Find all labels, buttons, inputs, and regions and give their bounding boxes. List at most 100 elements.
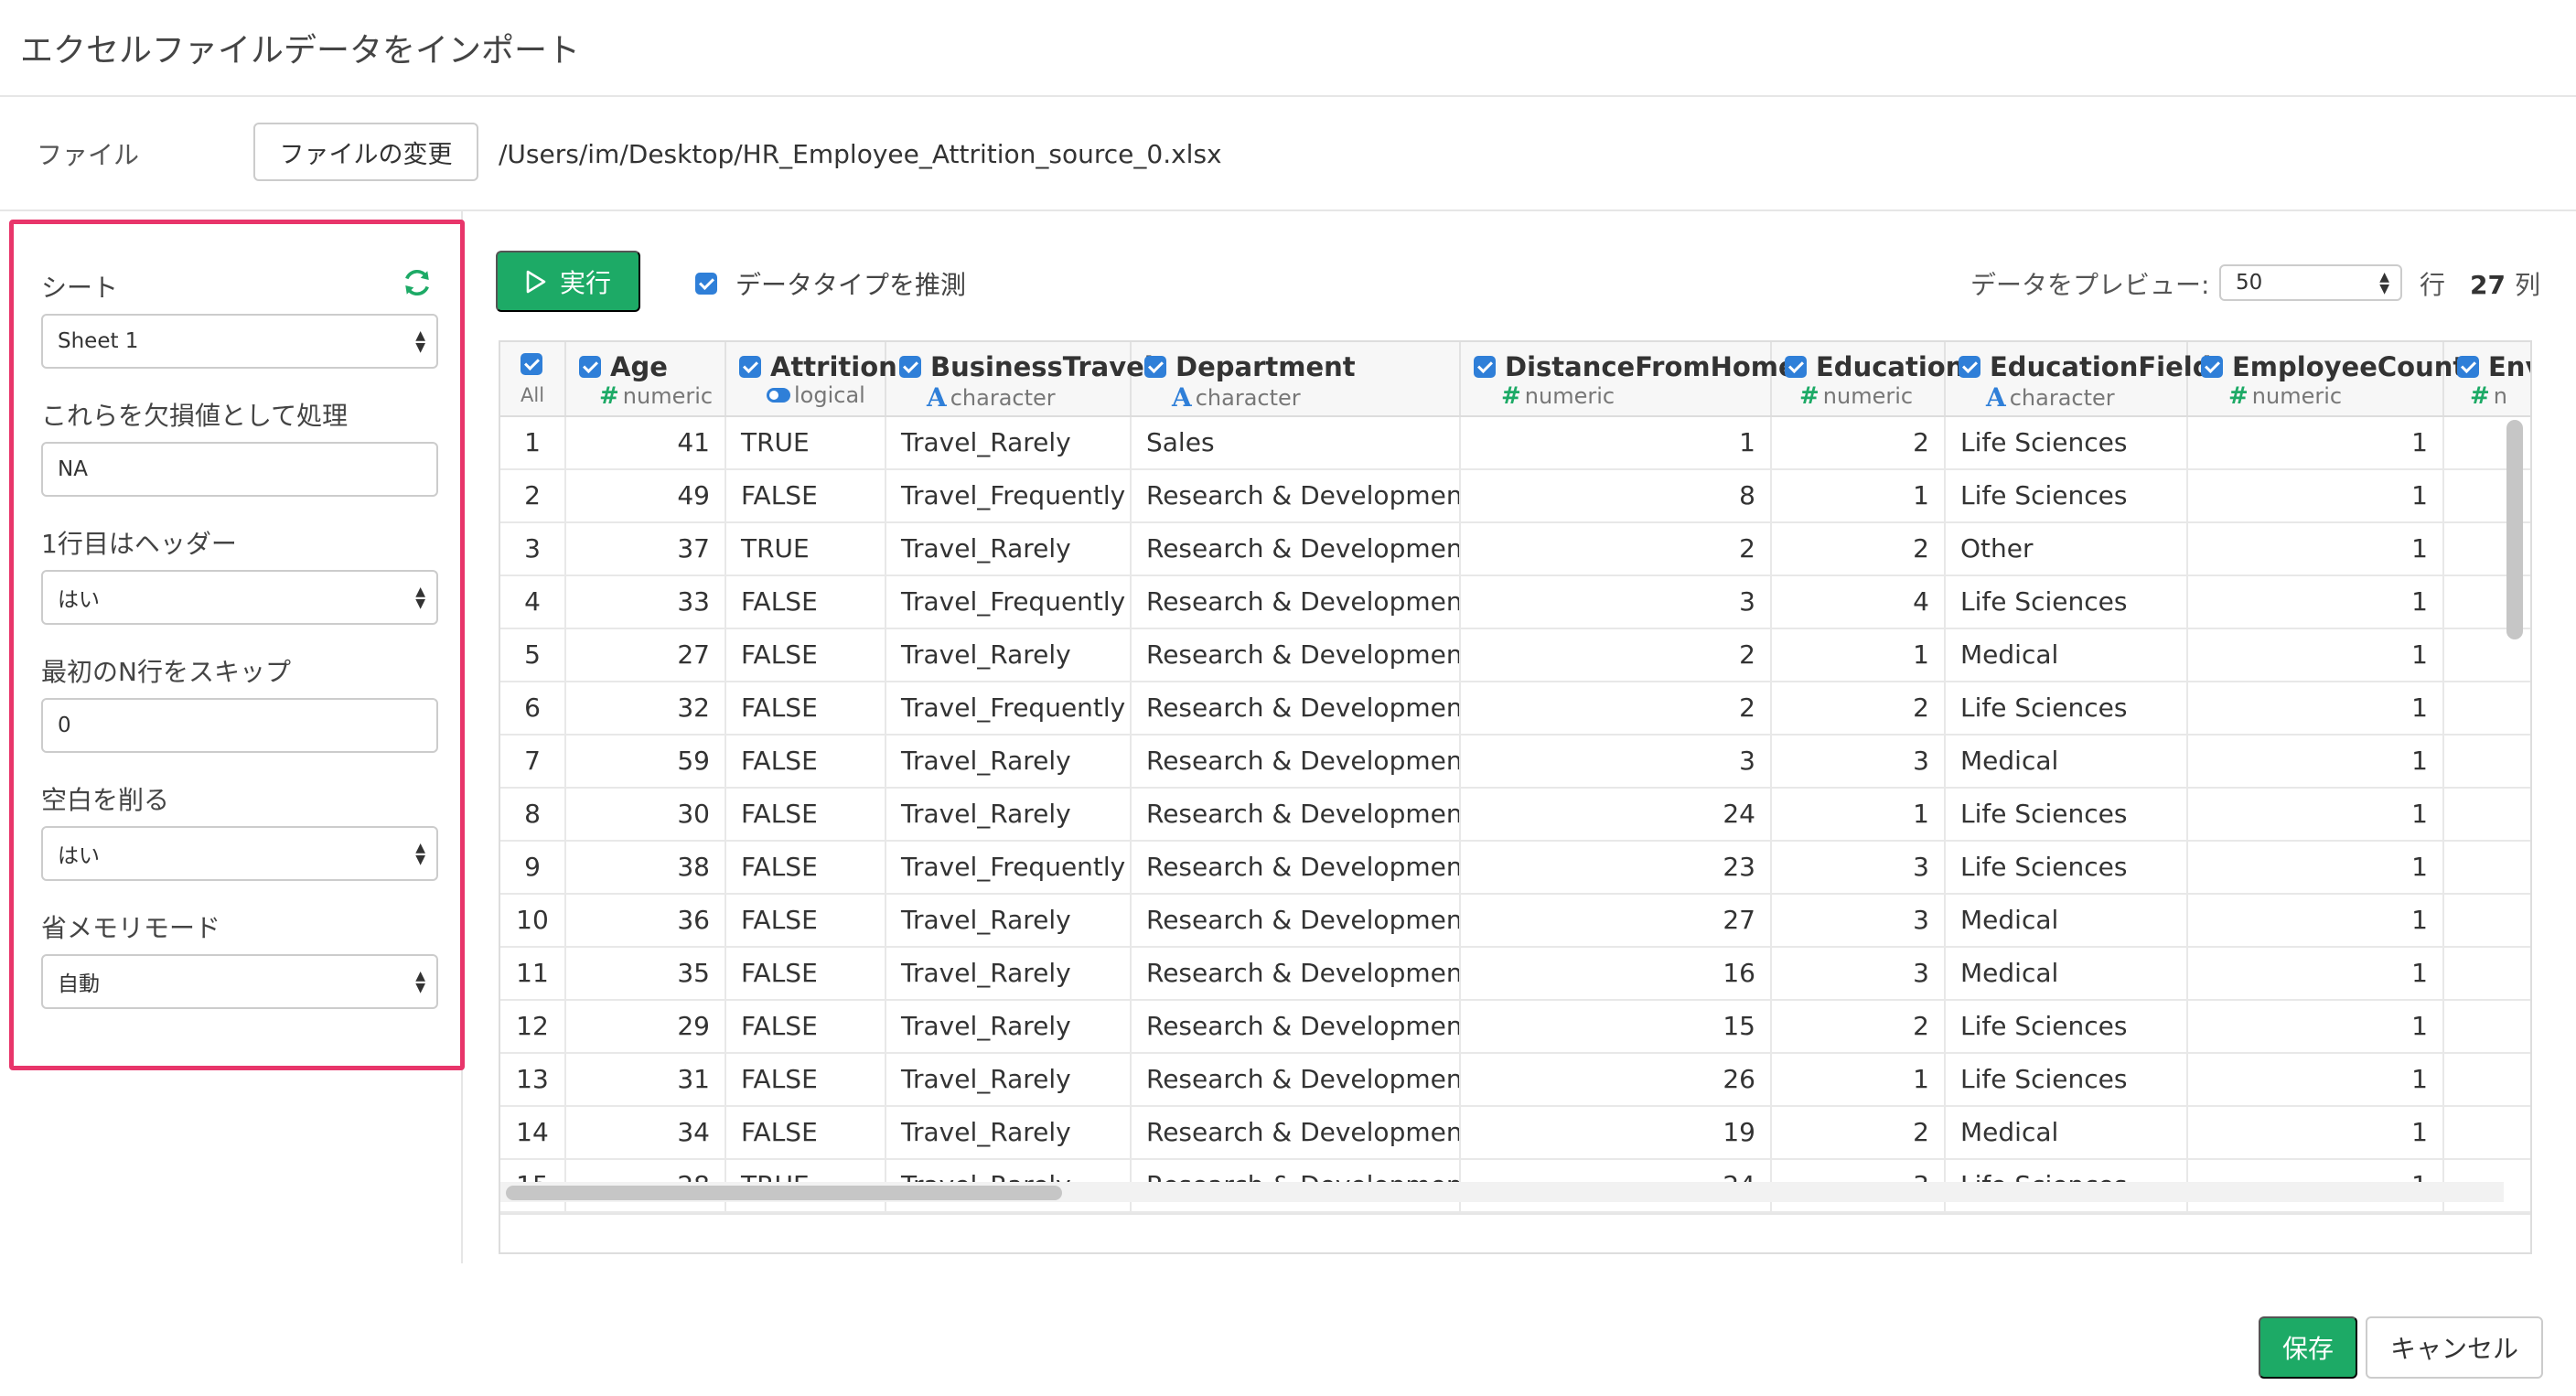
- select-all-header: All: [500, 342, 566, 415]
- horizontal-scrollbar[interactable]: [506, 1186, 1062, 1200]
- column-name: Age: [610, 351, 668, 382]
- table-cell: Research & Development: [1132, 842, 1461, 895]
- column-checkbox[interactable]: [2201, 356, 2223, 378]
- column-checkbox[interactable]: [2457, 356, 2479, 378]
- column-checkbox[interactable]: [1785, 356, 1807, 378]
- column-count-unit: 列: [2514, 270, 2540, 300]
- column-header[interactable]: Age # numeric: [566, 342, 726, 415]
- na-label: これらを欠損値として処理: [41, 401, 349, 431]
- select-arrows-icon: ▲ ▼: [415, 328, 425, 355]
- table-cell: 35: [566, 948, 726, 1001]
- table-cell: Research & Development: [1132, 789, 1461, 842]
- header-select[interactable]: はい ▲ ▼: [41, 570, 438, 625]
- cancel-button[interactable]: キャンセル: [2366, 1316, 2543, 1379]
- column-header[interactable]: Attrition logical: [726, 342, 897, 415]
- table-cell: 2: [1772, 1001, 1946, 1054]
- table-cell: 2: [1461, 629, 1772, 682]
- row-number: 8: [500, 789, 566, 842]
- table-cell: Medical: [1946, 948, 2188, 1001]
- column-checkbox[interactable]: [739, 356, 761, 378]
- table-cell: 1: [2188, 842, 2444, 895]
- table-row: 13 31 FALSE Travel_Rarely Research & Develop…: [500, 1054, 2530, 1107]
- table-cell: FALSE: [726, 1001, 886, 1054]
- skip-input[interactable]: 0: [41, 698, 438, 753]
- column-checkbox[interactable]: [1959, 356, 1980, 378]
- table-cell: 16: [1461, 948, 1772, 1001]
- logical-type-icon: [767, 388, 790, 403]
- table-cell: 4: [1772, 576, 1946, 629]
- memory-select[interactable]: 自動 ▲ ▼: [41, 954, 438, 1009]
- table-cell: 3: [1461, 736, 1772, 789]
- column-header[interactable]: Department Acharacter: [1132, 342, 1461, 415]
- table-cell: 1: [2188, 1054, 2444, 1107]
- file-path: /Users/im/Desktop/HR_Employee_Attrition_…: [499, 139, 1222, 169]
- column-checkbox[interactable]: [579, 356, 601, 378]
- column-type: numeric: [1822, 383, 1914, 409]
- row-number: 6: [500, 682, 566, 736]
- table-cell: 1: [2188, 789, 2444, 842]
- table-cell: 1: [1772, 1054, 1946, 1107]
- change-file-button[interactable]: ファイルの変更: [253, 123, 478, 181]
- column-header[interactable]: EducationField Acharacter: [1946, 342, 2211, 415]
- select-arrows-icon: ▲ ▼: [415, 585, 425, 611]
- row-number: 9: [500, 842, 566, 895]
- table-cell: Travel_Rarely: [886, 629, 1132, 682]
- infer-types-checkbox[interactable]: [695, 273, 717, 295]
- table-cell: 2: [1772, 682, 1946, 736]
- trim-select[interactable]: はい ▲ ▼: [41, 826, 438, 881]
- column-type: n: [2493, 383, 2508, 409]
- na-input[interactable]: NA: [41, 442, 438, 497]
- column-checkbox[interactable]: [1144, 356, 1166, 378]
- table-cell: Travel_Frequently: [886, 576, 1132, 629]
- column-checkbox[interactable]: [1474, 356, 1496, 378]
- refresh-icon[interactable]: [401, 266, 434, 299]
- table-cell: Research & Development: [1132, 1001, 1461, 1054]
- column-name: Env: [2488, 351, 2530, 382]
- table-cell: Medical: [1946, 895, 2188, 948]
- column-name: Attrition: [770, 351, 897, 382]
- table-row: 8 30 FALSE Travel_Rarely Research & Developm…: [500, 789, 2530, 842]
- table-cell: [2444, 682, 2530, 736]
- table-cell: [2444, 736, 2530, 789]
- sheet-label: シート: [41, 273, 119, 303]
- table-cell: 1: [2188, 523, 2444, 576]
- column-header[interactable]: Education # numeric: [1772, 342, 1964, 415]
- table-row: 9 38 FALSE Travel_Frequently Research & Deve…: [500, 842, 2530, 895]
- select-all-checkbox[interactable]: [521, 353, 542, 375]
- column-header[interactable]: BusinessTravel Acharacter: [886, 342, 1154, 415]
- table-cell: Life Sciences: [1946, 682, 2188, 736]
- table-cell: Research & Development: [1132, 523, 1461, 576]
- table-cell: 1: [2188, 1001, 2444, 1054]
- table-cell: Research & Development: [1132, 576, 1461, 629]
- file-label: ファイル: [37, 140, 140, 170]
- table-cell: 59: [566, 736, 726, 789]
- column-type: numeric: [2251, 383, 2343, 409]
- table-row: 2 49 FALSE Travel_Frequently Research & Deve…: [500, 470, 2530, 523]
- vertical-scrollbar[interactable]: [2506, 420, 2523, 639]
- table-row: 4 33 FALSE Travel_Frequently Research & Deve…: [500, 576, 2530, 629]
- table-row: 12 29 FALSE Travel_Rarely Research & Develop…: [500, 1001, 2530, 1054]
- column-name: EmployeeCount: [2232, 351, 2466, 382]
- preview-rows-select[interactable]: 50 ▲ ▼: [2219, 264, 2402, 301]
- table-cell: 34: [566, 1107, 726, 1160]
- column-header[interactable]: Env #n: [2444, 342, 2530, 415]
- column-header[interactable]: EmployeeCount # numeric: [2188, 342, 2465, 415]
- run-button-label: 実行: [559, 268, 611, 297]
- column-header[interactable]: DistanceFromHome # numeric: [1461, 342, 1797, 415]
- divider: [500, 1213, 2530, 1215]
- column-name: Education: [1816, 351, 1965, 382]
- table-cell: [2444, 895, 2530, 948]
- table-cell: 15: [1461, 1001, 1772, 1054]
- sheet-select[interactable]: Sheet 1 ▲ ▼: [41, 314, 438, 369]
- skip-input-value: 0: [58, 714, 71, 737]
- dialog-title: エクセルファイルデータをインポート: [20, 32, 581, 70]
- infer-types-option[interactable]: データタイプを推測: [695, 265, 966, 302]
- table-cell: [2444, 948, 2530, 1001]
- save-button[interactable]: 保存: [2259, 1316, 2357, 1379]
- table-cell: Life Sciences: [1946, 842, 2188, 895]
- row-number: 1: [500, 417, 566, 470]
- run-button[interactable]: 実行: [496, 251, 640, 312]
- table-row: 7 59 FALSE Travel_Rarely Research & Developm…: [500, 736, 2530, 789]
- column-checkbox[interactable]: [899, 356, 921, 378]
- preview-rows-value: 50: [2236, 271, 2263, 295]
